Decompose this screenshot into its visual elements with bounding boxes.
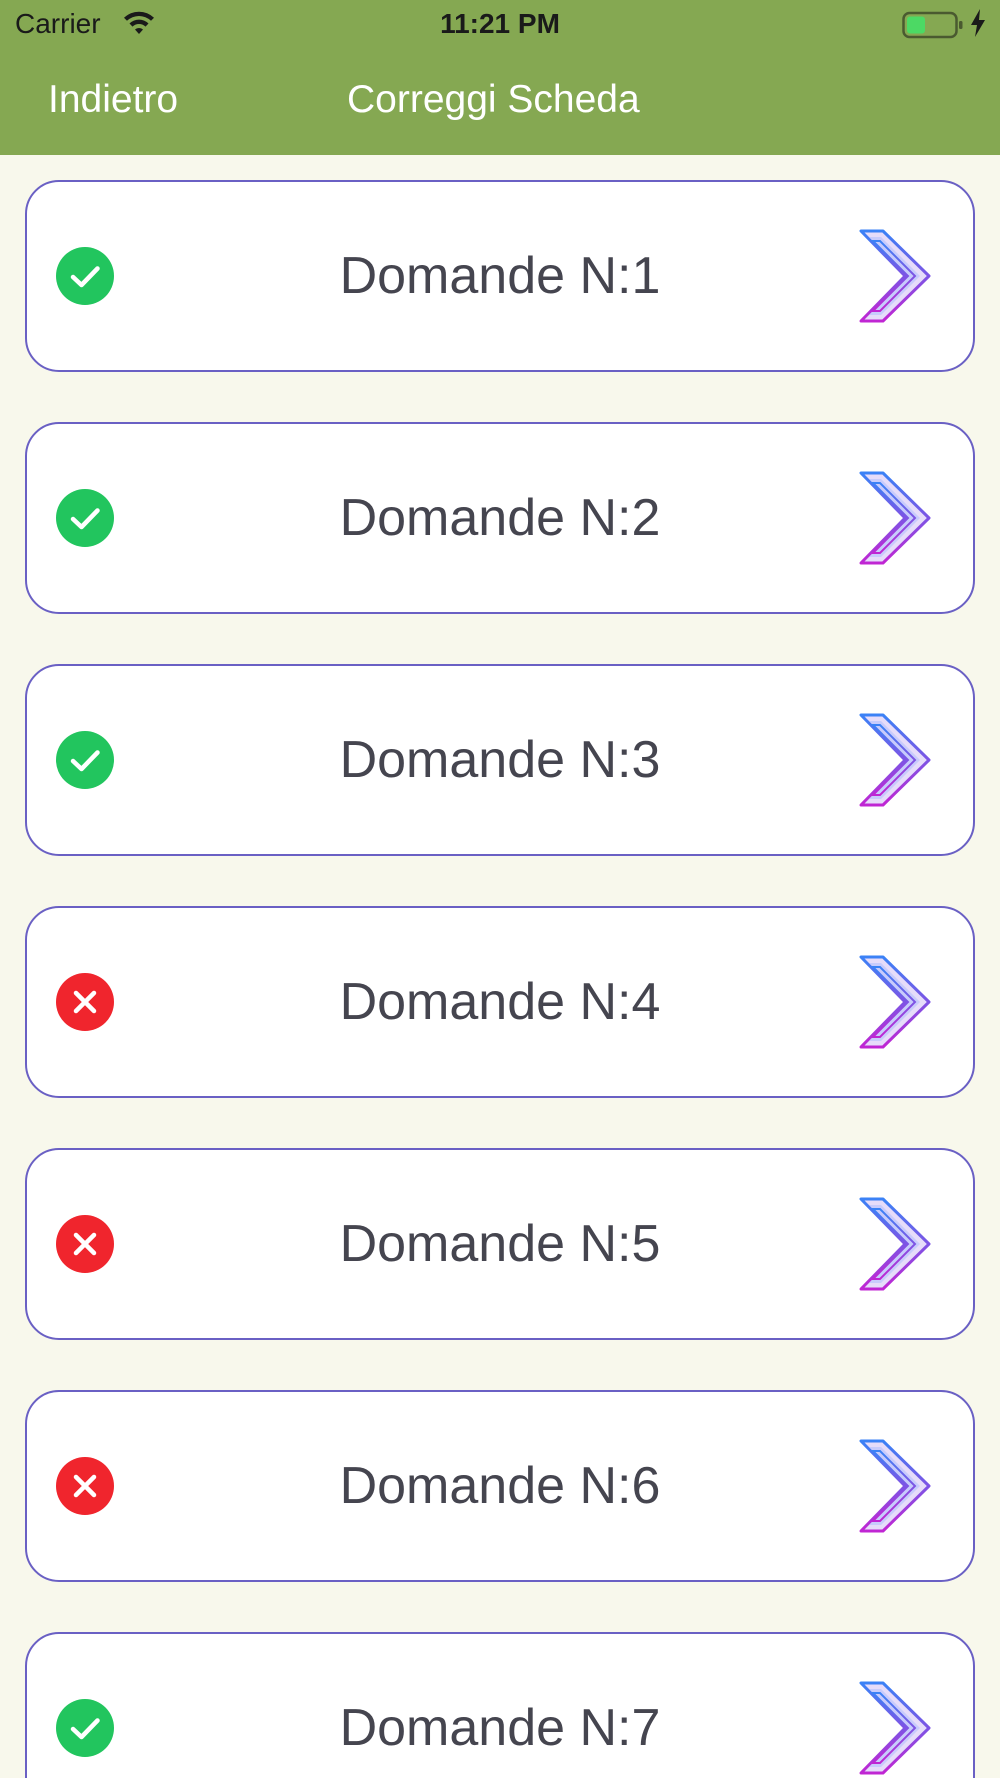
question-row-4[interactable]: Domande N:4: [25, 906, 975, 1098]
chevron-right-icon: [859, 1681, 931, 1775]
chevron-right-icon: [859, 1439, 931, 1533]
battery-icon: [902, 11, 963, 39]
correct-sheet-screen: Carrier 11:21 PM Indietro Correggi Sched…: [0, 0, 1000, 1778]
question-row-7[interactable]: Domande N:7: [25, 1632, 975, 1778]
charging-bolt-icon: [971, 9, 985, 37]
question-row-3[interactable]: Domande N:3: [25, 664, 975, 856]
back-button[interactable]: Indietro: [48, 78, 178, 122]
chevron-right-icon: [859, 229, 931, 323]
question-label: Domande N:7: [339, 1699, 661, 1757]
top-bar: Carrier 11:21 PM Indietro Correggi Sched…: [0, 0, 1000, 155]
chevron-right-icon: [859, 955, 931, 1049]
question-label: Domande N:6: [339, 1457, 661, 1515]
chevron-right-icon: [859, 1197, 931, 1291]
page-title: Correggi Scheda: [347, 78, 640, 121]
question-row-5[interactable]: Domande N:5: [25, 1148, 975, 1340]
question-label: Domande N:4: [339, 973, 661, 1031]
chevron-right-icon: [859, 471, 931, 565]
question-row-6[interactable]: Domande N:6: [25, 1390, 975, 1582]
question-row-1[interactable]: Domande N:1: [25, 180, 975, 372]
question-label: Domande N:1: [339, 247, 661, 305]
chevron-right-icon: [859, 713, 931, 807]
question-label: Domande N:2: [339, 489, 661, 547]
status-bar: Carrier 11:21 PM: [0, 0, 1000, 50]
question-row-2[interactable]: Domande N:2: [25, 422, 975, 614]
question-label: Domande N:3: [339, 731, 661, 789]
status-time: 11:21 PM: [440, 8, 560, 39]
question-label: Domande N:5: [339, 1215, 661, 1273]
